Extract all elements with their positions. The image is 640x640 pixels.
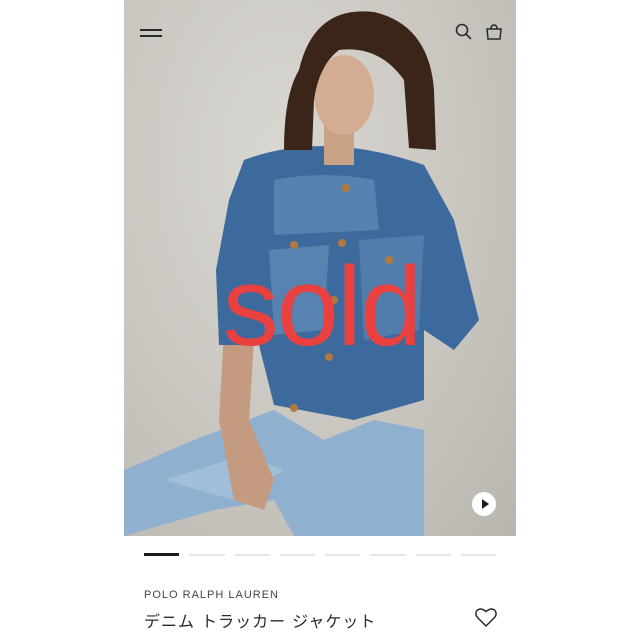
play-icon <box>482 499 489 509</box>
product-brand: POLO RALPH LAUREN <box>144 589 279 601</box>
sold-overlay-text: sold <box>222 244 422 369</box>
wishlist-button[interactable] <box>474 606 498 628</box>
shopping-bag-button[interactable] <box>484 22 504 42</box>
carousel-pagination <box>144 553 496 557</box>
carousel-indicator[interactable] <box>370 554 406 556</box>
carousel-indicator[interactable] <box>189 554 225 556</box>
shopping-bag-icon <box>486 24 502 40</box>
search-button[interactable] <box>454 22 474 42</box>
carousel-indicator[interactable] <box>234 554 270 556</box>
product-hero-image[interactable]: sold <box>124 0 516 536</box>
carousel-indicator[interactable] <box>415 554 451 556</box>
play-video-button[interactable] <box>472 492 496 516</box>
hamburger-menu-icon <box>140 29 162 31</box>
menu-button[interactable] <box>138 24 164 42</box>
carousel-indicator[interactable] <box>325 554 361 556</box>
product-name: デニム トラッカー ジャケット <box>144 612 377 631</box>
heart-icon <box>475 608 497 628</box>
carousel-indicator[interactable] <box>144 553 180 556</box>
search-icon <box>455 23 472 40</box>
carousel-indicator[interactable] <box>460 554 496 556</box>
carousel-indicator[interactable] <box>279 554 315 556</box>
